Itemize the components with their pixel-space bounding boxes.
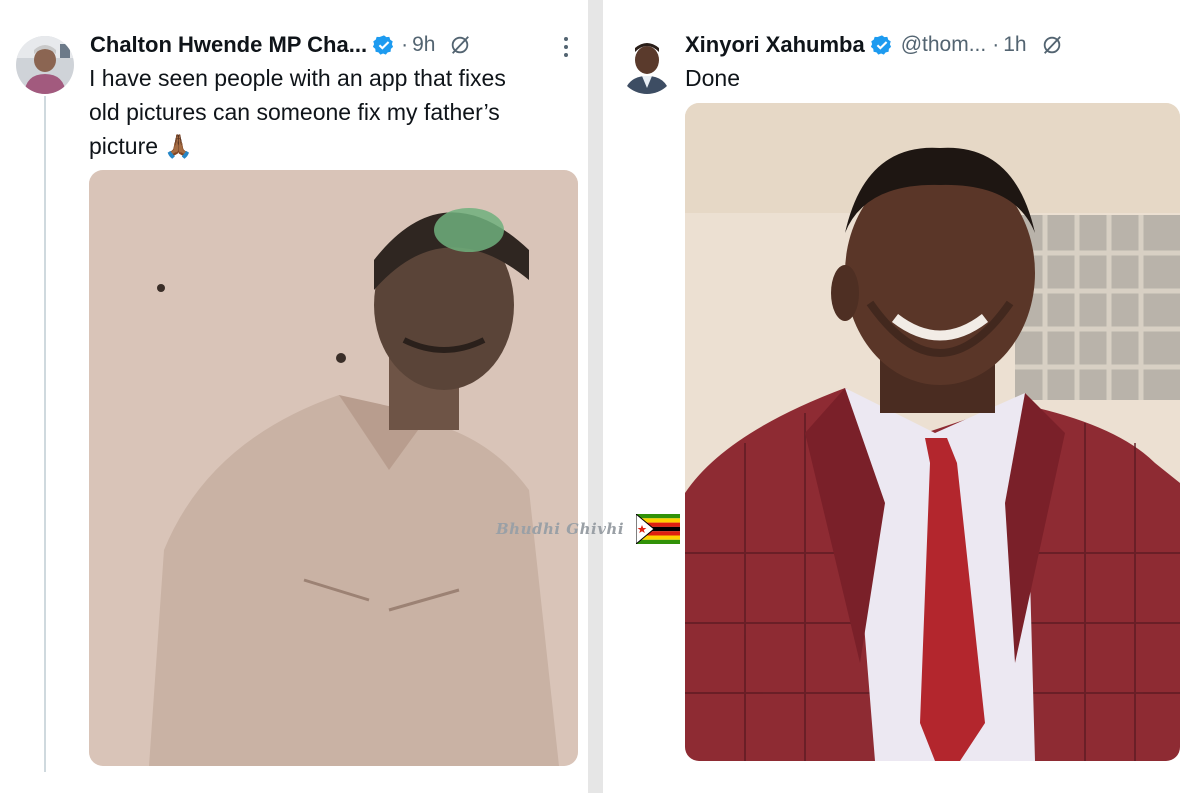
tweet-text: I have seen people with an app that fixe… xyxy=(89,61,506,163)
reply-tweet-panel: Xinyori Xahumba @thom... · 1h Done xyxy=(603,0,1200,793)
author-handle[interactable]: @thom... xyxy=(901,33,987,57)
tweet-text-line: I have seen people with an app that fixe… xyxy=(89,65,506,91)
tweet-text-line: picture 🙏🏾 xyxy=(89,133,194,159)
old-photo-image[interactable] xyxy=(89,170,578,766)
zimbabwe-flag-icon xyxy=(635,512,681,546)
watermark-text: Bhudhi Ghivhi xyxy=(496,520,625,538)
verified-badge-icon xyxy=(870,34,893,56)
author-avatar[interactable] xyxy=(618,36,676,94)
thread-line xyxy=(44,96,46,772)
original-tweet-panel: Chalton Hwende MP Cha... · 9h I have see… xyxy=(0,0,588,793)
watermark: Bhudhi Ghivhi xyxy=(496,512,681,546)
grok-icon[interactable] xyxy=(449,34,471,56)
verified-badge-icon xyxy=(372,34,395,56)
tweet-time[interactable]: 9h xyxy=(412,33,435,57)
tweet-time[interactable]: 1h xyxy=(1003,33,1026,57)
author-name[interactable]: Chalton Hwende MP Cha... xyxy=(90,32,367,58)
tweet-header: Xinyori Xahumba @thom... · 1h xyxy=(685,28,1063,62)
author-name[interactable]: Xinyori Xahumba xyxy=(685,32,865,58)
author-avatar[interactable] xyxy=(16,36,74,94)
separator-dot: · xyxy=(992,33,1000,56)
restored-photo-image[interactable] xyxy=(685,103,1180,761)
panel-divider xyxy=(588,0,603,793)
tweet-header: Chalton Hwende MP Cha... · 9h xyxy=(90,28,471,62)
tweet-text-line: old pictures can someone fix my father’s xyxy=(89,99,500,125)
grok-icon[interactable] xyxy=(1041,34,1063,56)
tweet-text: Done xyxy=(685,65,740,91)
more-options-icon[interactable] xyxy=(563,36,569,58)
separator-dot: · xyxy=(401,33,409,56)
